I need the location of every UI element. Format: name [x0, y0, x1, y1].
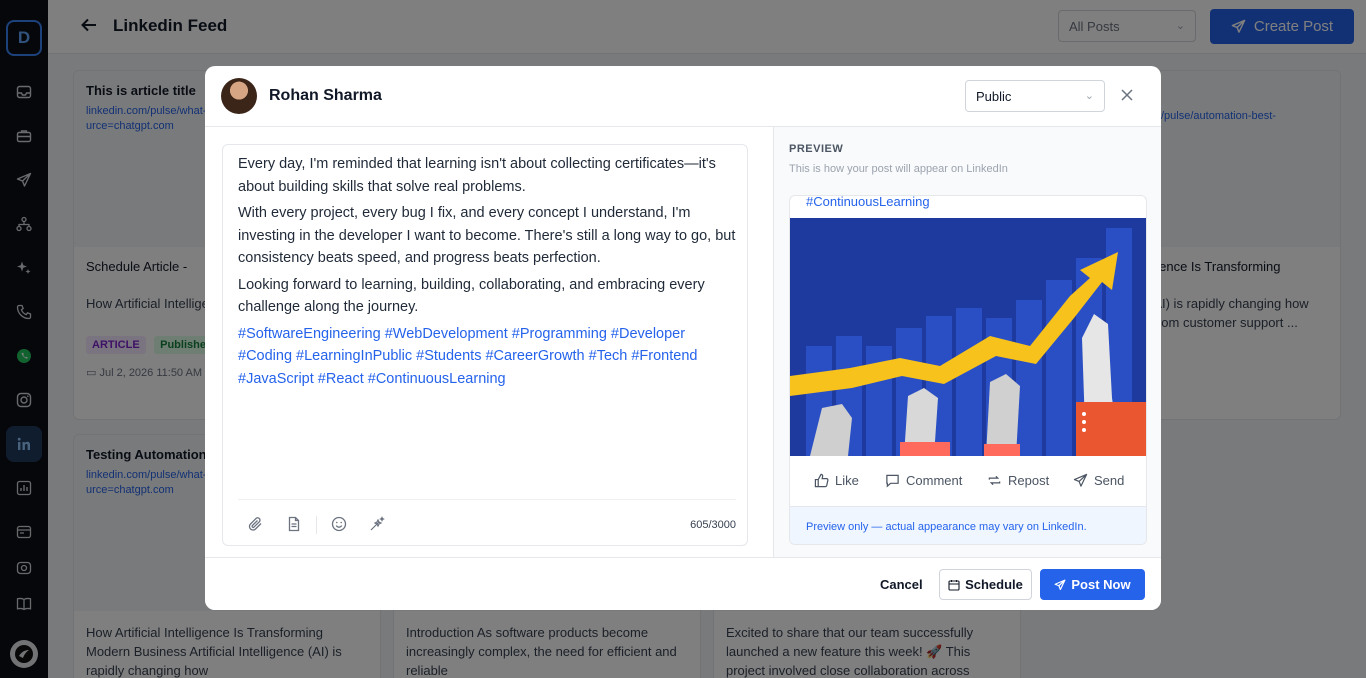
post-now-button[interactable]: Post Now	[1040, 569, 1145, 600]
schedule-button[interactable]: Schedule	[939, 569, 1032, 600]
repost-label: Repost	[1008, 473, 1050, 488]
preview-panel: PREVIEW This is how your post will appea…	[773, 127, 1161, 557]
post-text-area[interactable]: Every day, I'm reminded that learning is…	[238, 153, 738, 394]
modal-header: Rohan Sharma Public ⌄	[205, 66, 1161, 127]
send-icon	[1073, 473, 1088, 487]
send-action: Send	[1073, 473, 1124, 488]
create-post-modal: Rohan Sharma Public ⌄ Every day, I'm rem…	[205, 66, 1161, 610]
send-label: Send	[1094, 473, 1125, 488]
emoji-icon[interactable]	[331, 516, 347, 535]
author-avatar	[221, 78, 257, 114]
send-icon	[1054, 579, 1066, 590]
editor-toolbar: 605/3000	[238, 499, 736, 547]
comment-label: Comment	[906, 473, 963, 488]
post-paragraph: Looking forward to learning, building, c…	[238, 276, 705, 316]
like-label: Like	[835, 473, 859, 488]
visibility-select[interactable]: Public ⌄	[965, 80, 1105, 112]
comment-action: Comment	[885, 473, 962, 488]
like-icon	[814, 473, 829, 488]
schedule-label: Schedule	[965, 577, 1023, 592]
post-paragraph: Every day, I'm reminded that learning is…	[238, 156, 716, 195]
author-name: Rohan Sharma	[269, 87, 382, 104]
repost-action: Repost	[987, 473, 1049, 488]
character-count: 605/3000	[690, 519, 736, 531]
ai-wand-icon[interactable]	[369, 516, 385, 535]
visibility-value: Public	[976, 89, 1012, 104]
preview-image	[790, 218, 1146, 456]
preview-actions: Like Comment Repost Send	[790, 456, 1146, 506]
like-action: Like	[814, 473, 859, 488]
document-icon[interactable]	[286, 516, 302, 535]
close-icon[interactable]	[1121, 85, 1133, 106]
modal-footer: Cancel Schedule Post Now	[205, 557, 1161, 610]
preview-hashtag: #ContinuousLearning	[806, 195, 930, 209]
calendar-icon	[948, 579, 960, 591]
preview-subtitle: This is how your post will appear on Lin…	[789, 163, 1008, 175]
post-now-label: Post Now	[1071, 577, 1131, 592]
cancel-button[interactable]: Cancel	[880, 577, 923, 592]
chevron-down-icon: ⌄	[1084, 90, 1094, 102]
repost-icon	[988, 475, 1001, 486]
preview-disclaimer: Preview only — actual appearance may var…	[790, 506, 1146, 544]
toolbar-divider	[316, 516, 317, 534]
comment-icon	[886, 474, 899, 488]
post-editor[interactable]: Every day, I'm reminded that learning is…	[222, 144, 748, 546]
linkedin-post-preview: #ContinuousLearning Like Comment Repost …	[789, 195, 1147, 545]
post-hashtags: #SoftwareEngineering #WebDevelopment #Pr…	[238, 325, 698, 387]
attachment-icon[interactable]	[248, 516, 264, 535]
post-paragraph: With every project, every bug I fix, and…	[238, 205, 736, 266]
preview-label: PREVIEW	[789, 143, 844, 155]
